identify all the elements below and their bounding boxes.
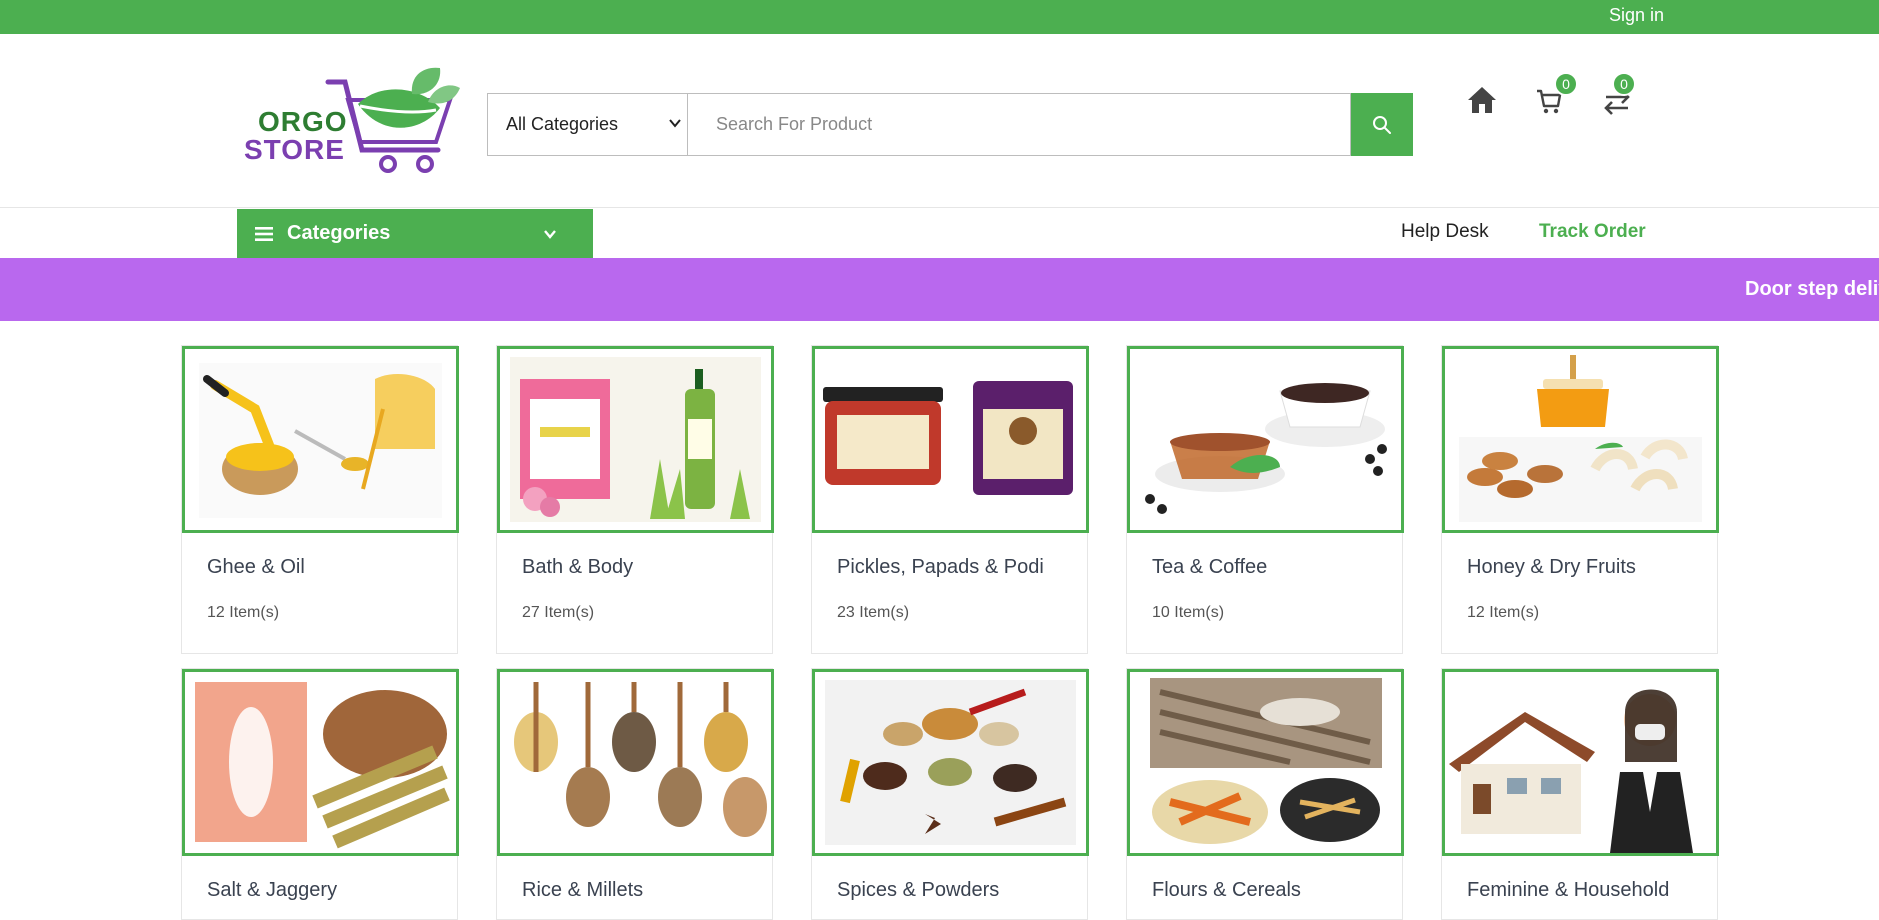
category-card-ghee-oil[interactable]: Ghee & Oil 12 Item(s)	[181, 345, 459, 654]
search-button[interactable]	[1351, 93, 1413, 156]
category-name: Spices & Powders	[837, 879, 1000, 901]
category-name: Rice & Millets	[522, 879, 644, 901]
sign-in-link[interactable]: Sign in	[1609, 5, 1664, 26]
category-image-ghee-oil	[182, 346, 459, 533]
track-order-link[interactable]: Track Order	[1539, 221, 1646, 243]
category-card-feminine-household[interactable]: Feminine & Household	[1441, 668, 1719, 920]
home-icon	[1468, 87, 1496, 113]
category-image-pickles-papads-podi	[812, 346, 1089, 533]
chevron-down-icon	[669, 119, 681, 128]
help-desk-link[interactable]: Help Desk	[1401, 221, 1489, 243]
category-image-spices-powders	[812, 669, 1089, 856]
category-image-bath-body	[497, 346, 774, 533]
promo-marquee-banner: Door step delive	[0, 258, 1879, 321]
category-select-value: All Categories	[506, 114, 619, 134]
category-image-honey-dry-fruits	[1442, 346, 1719, 533]
category-name: Feminine & Household	[1467, 879, 1670, 901]
chevron-down-icon	[544, 230, 556, 239]
categories-menu-label: Categories	[287, 222, 391, 244]
search-icon	[1373, 115, 1391, 134]
cart-button[interactable]: 0	[1536, 72, 1578, 116]
category-name: Tea & Coffee	[1152, 556, 1268, 578]
category-name: Ghee & Oil	[207, 556, 305, 578]
categories-menu-button[interactable]: Categories	[237, 209, 593, 258]
category-image-rice-millets	[497, 669, 774, 856]
category-image-flours-cereals	[1127, 669, 1404, 856]
category-card-spices-powders[interactable]: Spices & Powders	[811, 668, 1089, 920]
category-item-count: 27 Item(s)	[522, 604, 595, 621]
store-logo[interactable]: ORGO STORE	[240, 62, 460, 182]
category-name: Flours & Cereals	[1152, 879, 1301, 901]
category-name: Honey & Dry Fruits	[1467, 556, 1636, 578]
logo-text-store: STORE	[244, 134, 345, 165]
category-card-honey-dry-fruits[interactable]: Honey & Dry Fruits 12 Item(s)	[1441, 345, 1719, 654]
category-card-pickles-papads-podi[interactable]: Pickles, Papads & Podi 23 Item(s)	[811, 345, 1089, 654]
category-card-tea-coffee[interactable]: Tea & Coffee 10 Item(s)	[1126, 345, 1404, 654]
category-name: Pickles, Papads & Podi	[837, 556, 1044, 578]
category-image-tea-coffee	[1127, 346, 1404, 533]
cart-count-badge: 0	[1554, 72, 1578, 96]
category-item-count: 23 Item(s)	[837, 604, 910, 621]
home-button[interactable]	[1466, 84, 1498, 116]
category-image-salt-jaggery	[182, 669, 459, 856]
category-name: Bath & Body	[522, 556, 634, 578]
category-item-count: 10 Item(s)	[1152, 604, 1225, 621]
category-name: Salt & Jaggery	[207, 879, 338, 901]
category-card-salt-jaggery[interactable]: Salt & Jaggery	[181, 668, 459, 920]
hamburger-menu-icon	[255, 226, 273, 241]
category-card-rice-millets[interactable]: Rice & Millets	[496, 668, 774, 920]
category-item-count: 12 Item(s)	[207, 604, 280, 621]
category-card-flours-cereals[interactable]: Flours & Cereals	[1126, 668, 1404, 920]
header: ORGO STORE All Categories 0 0	[0, 34, 1879, 208]
category-select[interactable]: All Categories	[487, 93, 688, 156]
category-item-count: 12 Item(s)	[1467, 604, 1540, 621]
banner-text: Door step delive	[1745, 278, 1879, 300]
compare-button[interactable]: 0	[1602, 72, 1636, 116]
category-card-bath-body[interactable]: Bath & Body 27 Item(s)	[496, 345, 774, 654]
search-input[interactable]	[687, 93, 1351, 156]
top-bar: Sign in	[0, 0, 1879, 34]
compare-count-badge: 0	[1612, 72, 1636, 96]
category-image-feminine-household	[1442, 669, 1719, 856]
